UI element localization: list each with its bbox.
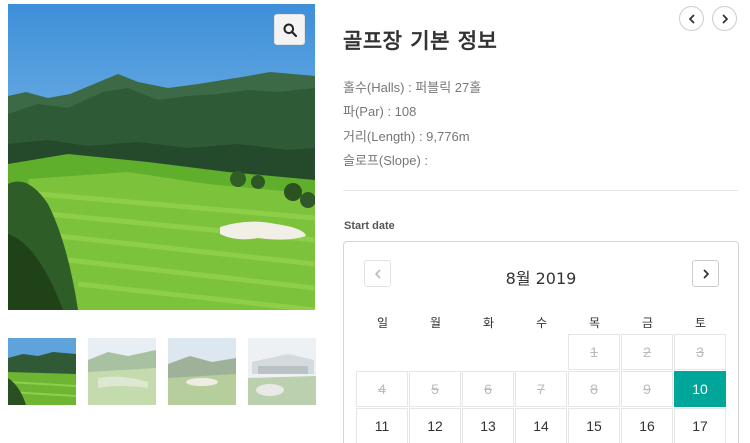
calendar-next-month-button[interactable] (692, 260, 719, 287)
calendar-day[interactable]: 12 (409, 408, 461, 443)
calendar-day: 7 (515, 371, 567, 407)
info-halls: 홀수(Halls) : 퍼블릭 27홀 (343, 80, 482, 95)
previous-button[interactable] (679, 6, 704, 31)
chevron-right-icon (703, 269, 709, 278)
thumbnail-fairway[interactable] (88, 338, 156, 405)
calendar-day[interactable]: 10 (674, 371, 726, 407)
calendar-day[interactable]: 11 (356, 408, 408, 443)
start-date-label: Start date (344, 220, 395, 232)
next-button[interactable] (712, 6, 737, 31)
weekday-fri: 금 (641, 316, 654, 330)
calendar-day[interactable]: 14 (515, 408, 567, 443)
calendar-day: 1 (568, 334, 620, 370)
course-title: 골프장 기본 정보 (343, 29, 498, 53)
zoom-button[interactable] (274, 14, 305, 45)
info-length: 거리(Length) : 9,776m (343, 129, 470, 144)
thumbnail-course[interactable] (8, 338, 76, 405)
info-slope: 슬로프(Slope) : (343, 153, 429, 168)
calendar-month-title: 8월 2019 (505, 269, 577, 288)
weekday-wed: 수 (535, 316, 548, 330)
calendar-day: 2 (621, 334, 673, 370)
weekday-sun: 일 (376, 316, 389, 330)
calendar-day[interactable]: 17 (674, 408, 726, 443)
calendar-day: 9 (621, 371, 673, 407)
calendar-day[interactable]: 13 (462, 408, 514, 443)
weekday-tue: 화 (482, 316, 495, 330)
info-par: 파(Par) : 108 (343, 104, 417, 119)
divider (343, 190, 738, 191)
weekday-thu: 목 (588, 316, 601, 330)
chevron-left-icon (688, 14, 694, 23)
calendar-day: 4 (356, 371, 408, 407)
thumbnail-green[interactable] (168, 338, 236, 405)
thumbnail-clubhouse[interactable] (248, 338, 316, 405)
calendar-day: 3 (674, 334, 726, 370)
chevron-right-icon (722, 14, 728, 23)
calendar-day: 8 (568, 371, 620, 407)
calendar-weekday-header: 일 월 화 수 목 금 토 (356, 314, 727, 331)
search-icon (283, 23, 297, 37)
date-picker: 8월 2019 일 월 화 수 목 금 토 1 2 3 4 5 6 7 8 9 10 11 12 13 1… (343, 241, 739, 443)
weekday-sat: 토 (694, 316, 707, 330)
main-course-image[interactable] (8, 4, 315, 310)
calendar-day: 6 (462, 371, 514, 407)
weekday-mon: 월 (429, 316, 442, 330)
calendar-day[interactable]: 16 (621, 408, 673, 443)
calendar-day: 5 (409, 371, 461, 407)
calendar-day[interactable]: 15 (568, 408, 620, 443)
